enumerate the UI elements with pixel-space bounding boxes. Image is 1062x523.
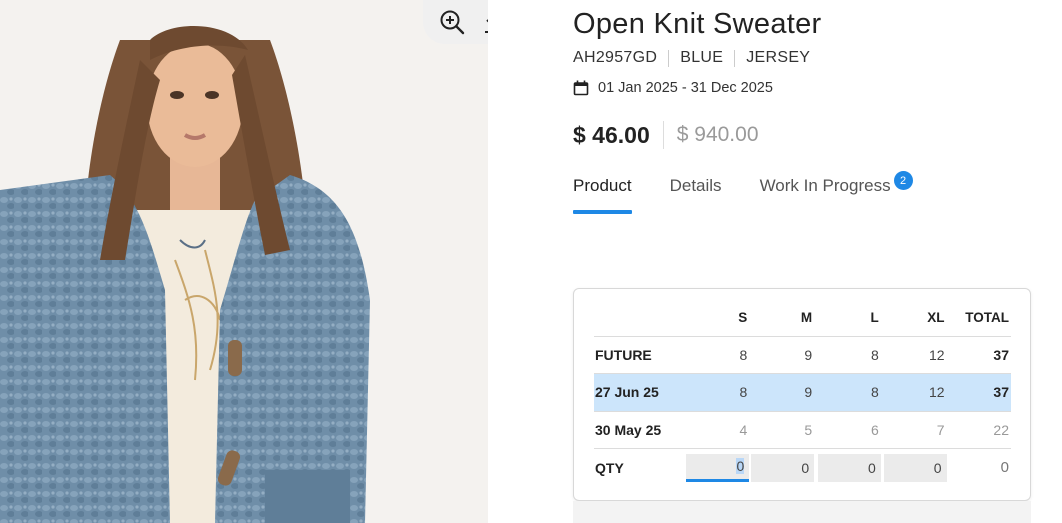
tab-label: Product [573, 176, 632, 195]
cell-value: 6 [814, 411, 881, 449]
date-range: 01 Jan 2025 - 31 Dec 2025 [598, 80, 773, 96]
tab-label: Work In Progress [759, 176, 891, 195]
product-fabric: JERSEY [746, 49, 811, 66]
row-total: 37 [946, 336, 1011, 374]
table-row[interactable]: 30 May 25 4 5 6 7 22 [594, 411, 1011, 449]
panel-footer [573, 501, 1031, 523]
divider [734, 49, 736, 67]
qty-cell: 0 [749, 449, 815, 487]
size-quantity-table: S M L XL TOTAL FUTURE 8 9 8 12 37 27 Jun… [594, 300, 1011, 486]
qty-value: 0 [868, 459, 876, 476]
divider [668, 49, 670, 67]
row-label: QTY [595, 459, 624, 476]
cell-value: 12 [880, 336, 947, 374]
calendar-icon [573, 80, 589, 96]
tab-label: Details [669, 176, 722, 195]
qty-cell: 0 [881, 449, 947, 487]
size-quantity-card: S M L XL TOTAL FUTURE 8 9 8 12 37 27 Jun… [573, 288, 1031, 501]
zoom-in-icon [440, 10, 465, 35]
tab-details[interactable]: Details [670, 176, 722, 208]
row-total: 22 [946, 411, 1011, 449]
row-label: FUTURE [594, 336, 687, 374]
header-size-l: L [814, 300, 881, 337]
total-price: $ 940.00 [676, 123, 759, 146]
wholesale-price: $ 46.00 [573, 121, 650, 148]
qty-row: QTY 0 0 0 0 0 [594, 449, 1011, 487]
cell-value: 7 [880, 411, 947, 449]
product-title: Open Knit Sweater [573, 8, 822, 40]
row-label: 27 Jun 25 [594, 373, 687, 412]
table-row-selected[interactable]: 27 Jun 25 8 9 8 12 37 [594, 373, 1011, 412]
qty-cell: 0 [686, 449, 750, 487]
download-icon [485, 19, 488, 33]
qty-input-l[interactable]: 0 [817, 453, 881, 482]
product-image[interactable] [0, 0, 488, 523]
zoom-in-button[interactable] [436, 6, 468, 38]
qty-input-m[interactable]: 0 [751, 453, 815, 482]
image-toolbar [423, 0, 488, 44]
tab-product[interactable]: Product [573, 176, 632, 214]
cell-value: 9 [749, 336, 815, 374]
cell-value: 5 [749, 411, 815, 449]
header-size-xl: XL [880, 300, 947, 337]
price-block: $ 46.00 $ 940.00 [573, 121, 759, 149]
qty-cell: 0 [814, 449, 881, 487]
product-code: AH2957GD [573, 49, 658, 66]
cell-value: 8 [686, 373, 750, 412]
qty-value: 0 [736, 458, 745, 474]
header-total: TOTAL [946, 300, 1011, 337]
cell-value: 4 [686, 411, 750, 449]
qty-input-s[interactable]: 0 [686, 453, 750, 482]
table-header: S M L XL TOTAL [594, 300, 1011, 337]
product-photo [0, 0, 488, 523]
header-size-s: S [686, 300, 750, 337]
qty-value: 0 [933, 459, 942, 476]
row-total: 37 [946, 373, 1011, 412]
qty-value: 0 [801, 459, 810, 476]
cell-value: 8 [814, 336, 881, 374]
product-color: BLUE [680, 49, 724, 66]
product-meta: AH2957GD BLUE JERSEY [573, 49, 810, 67]
divider [662, 121, 664, 149]
product-tabs: Product Details Work In Progress 2 [573, 171, 929, 214]
qty-input-xl[interactable]: 0 [883, 453, 947, 482]
cell-value: 8 [814, 373, 881, 412]
header-size-m: M [749, 300, 815, 337]
qty-total: 0 [1000, 459, 1009, 476]
header-label [594, 300, 687, 337]
cell-value: 12 [880, 373, 947, 412]
cell-value: 8 [686, 336, 750, 374]
tab-work-in-progress[interactable]: Work In Progress 2 [759, 171, 913, 208]
delivery-dates: 01 Jan 2025 - 31 Dec 2025 [573, 80, 773, 96]
table-row[interactable]: FUTURE 8 9 8 12 37 [594, 336, 1011, 374]
cell-value: 9 [749, 373, 815, 412]
row-label: 30 May 25 [594, 411, 687, 449]
count-badge: 2 [893, 171, 913, 190]
download-button[interactable] [478, 6, 488, 38]
